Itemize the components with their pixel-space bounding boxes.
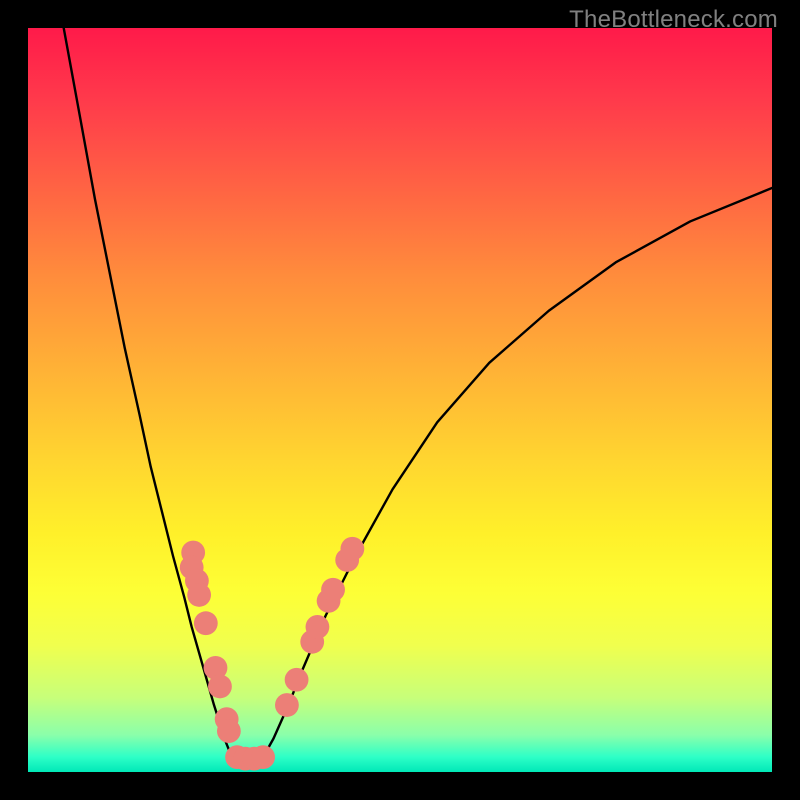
- marker-dot: [217, 719, 241, 743]
- marker-dot: [340, 537, 364, 561]
- outer-frame: TheBottleneck.com: [0, 0, 800, 800]
- marker-dot: [187, 583, 211, 607]
- marker-dot: [208, 675, 232, 699]
- marker-dot: [251, 745, 275, 769]
- marker-dot: [194, 611, 218, 635]
- curve-left-curve: [64, 28, 234, 757]
- marker-dot: [285, 668, 309, 692]
- marker-dot: [321, 578, 345, 602]
- watermark-text: TheBottleneck.com: [569, 6, 778, 34]
- chart-svg: [28, 28, 772, 772]
- curve-right-curve: [263, 188, 772, 757]
- marker-dot: [306, 615, 330, 639]
- marker-dot: [275, 693, 299, 717]
- plot-area: [28, 28, 772, 772]
